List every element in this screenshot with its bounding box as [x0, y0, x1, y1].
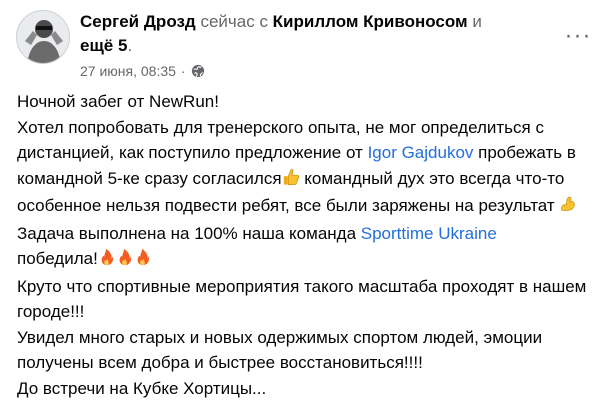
- mention-link[interactable]: Sporttime Ukraine: [361, 224, 497, 243]
- tagged-person[interactable]: Кириллом Кривоносом: [273, 12, 468, 31]
- post-line: Увидел много старых и новых одержимых сп…: [17, 327, 543, 373]
- avatar-image: [17, 11, 69, 63]
- post-body: Ночной забег от NewRun! Хотел попробоват…: [17, 89, 598, 401]
- fire-emoji-icon: [98, 248, 152, 274]
- post-line: Ночной забег от NewRun!: [17, 92, 219, 111]
- post-line: До встречи на Кубке Хортицы...: [17, 378, 267, 398]
- header-text: Сергей Дрозд сейчас с Кириллом Кривоносо…: [80, 10, 560, 80]
- and-text: и: [467, 12, 482, 31]
- activity-line: Сергей Дрозд сейчас с Кириллом Кривоносо…: [80, 10, 560, 58]
- post-line: Круто что спортивные мероприятия такого …: [17, 276, 587, 322]
- meta-separator: ·: [180, 63, 186, 79]
- activity-text: сейчас с: [195, 12, 273, 31]
- post-text: победила!: [17, 249, 98, 268]
- others-link[interactable]: ещё 5: [80, 36, 127, 55]
- post-meta: 27 июня, 08:35 ·: [80, 62, 560, 80]
- others-suffix: .: [127, 36, 133, 55]
- author-avatar[interactable]: [16, 10, 70, 64]
- more-label: ···: [564, 22, 592, 49]
- thumbs-up-emoji-icon: [282, 168, 300, 194]
- facebook-post: Сергей Дрозд сейчас с Кириллом Кривоносо…: [0, 0, 612, 407]
- post-header: Сергей Дрозд сейчас с Кириллом Кривоносо…: [16, 8, 596, 84]
- post-timestamp[interactable]: 27 июня, 08:35: [80, 62, 176, 80]
- mention-link[interactable]: Igor Gajdukov: [368, 143, 474, 162]
- author-name[interactable]: Сергей Дрозд: [80, 12, 196, 31]
- post-paragraph: Задача выполнена на 100% наша команда Sp…: [17, 221, 598, 274]
- globe-icon[interactable]: [191, 64, 205, 78]
- more-options-icon[interactable]: ···: [560, 18, 596, 54]
- post-paragraph: Хотел попробовать для тренерского опыта,…: [17, 115, 598, 221]
- flexed-biceps-emoji-icon: [559, 195, 577, 221]
- post-text: Задача выполнена на 100% наша команда: [17, 223, 361, 243]
